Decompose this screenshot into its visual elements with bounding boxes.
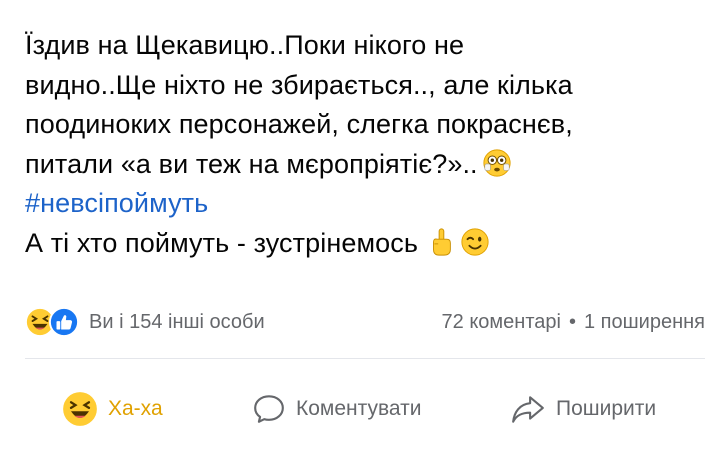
post-text-last-line-wrapper: А ті хто поймуть - зустрінемось [25,224,705,264]
winking-face-icon [461,228,489,256]
haha-label: Ха-ха [108,397,163,420]
comment-bubble-icon [254,395,284,423]
post-text-line-4: питали «а ви теж на мєропріятіє?».. [25,148,478,179]
post-text: Їздив на Щекавицю..Поки нікого не видно.… [25,26,705,264]
post-text-last-line: А ті хто поймуть - зустрінемось [25,227,418,258]
post-text-line-1: Їздив на Щекавицю..Поки нікого не [25,30,465,60]
post-text-line-3: поодиноких персонажей, слегка покраснєв, [25,109,573,140]
post-actions-bar: Ха-ха Коментувати Поширити [0,384,720,434]
stats-separator: • [568,310,576,333]
hand-pointing-up-icon [433,228,451,256]
comment-button[interactable]: Коментувати [252,392,421,426]
post-text-line-4-wrapper: питали «а ви теж на мєропріятіє?».. [25,145,705,185]
post-text-line-2: видно..Ще ніхто не збирається.., але кіл… [25,69,573,100]
shares-count[interactable]: 1 поширення [584,311,705,334]
like-reaction-icon [49,307,79,337]
comments-count[interactable]: 72 коментарі [442,311,561,334]
post-stats-bar: Ви і 154 інші особи 72 коментарі • 1 пош… [25,305,705,339]
actions-divider [25,358,705,359]
reaction-summary[interactable] [25,307,79,337]
reactors-count[interactable]: Ви і 154 інші особи [89,311,265,334]
share-button[interactable]: Поширити [510,392,656,426]
comment-label: Коментувати [296,397,422,420]
hashtag-link[interactable]: #невсіпоймуть [25,184,705,224]
flushed-face-icon [483,149,511,177]
facebook-post: Їздив на Щекавицю..Поки нікого не видно.… [0,0,720,450]
haha-icon [63,392,97,426]
haha-reaction-button[interactable]: Ха-ха [62,391,163,427]
share-label: Поширити [556,397,657,420]
share-arrow-icon [512,396,544,423]
